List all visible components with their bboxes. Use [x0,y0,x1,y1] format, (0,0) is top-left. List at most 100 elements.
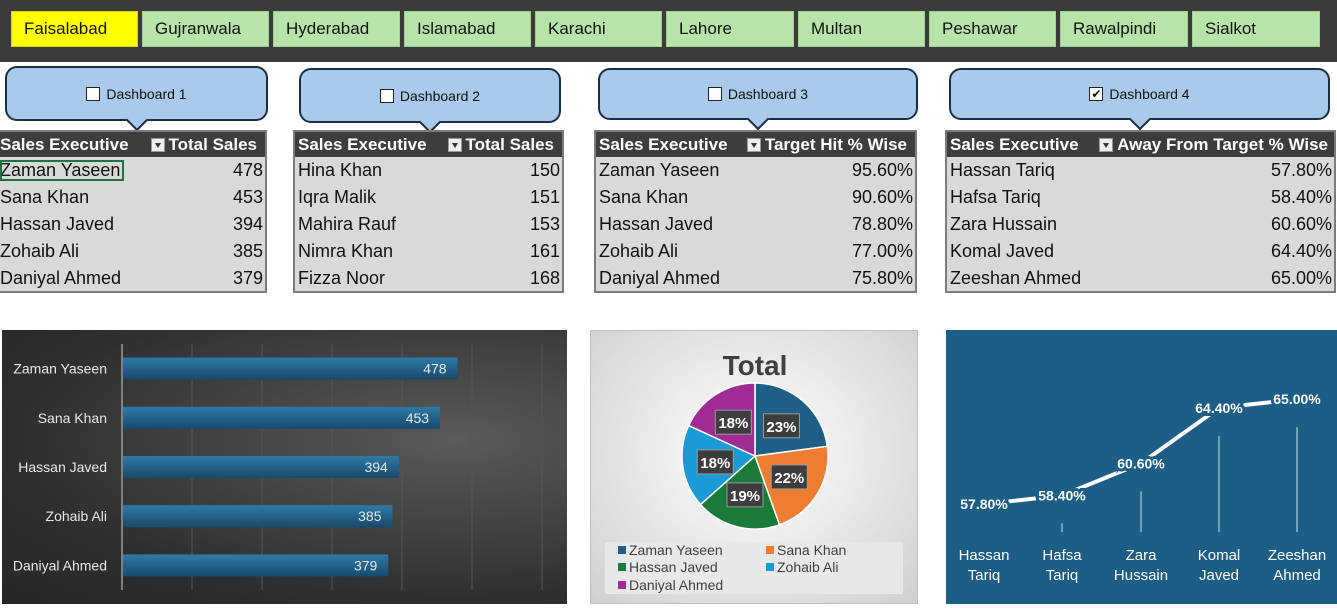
cell-value[interactable]: 151 [530,187,560,208]
table-row[interactable]: Hassan Javed 394 [0,211,265,238]
data-label: 22% [774,470,804,487]
slicer-item-islamabad[interactable]: Islamabad [404,11,531,47]
table-row[interactable]: Sana Khan 453 [0,184,265,211]
cell-name[interactable]: Zaman Yaseen [596,160,719,181]
slicer-item-rawalpindi[interactable]: Rawalpindi [1060,11,1188,47]
slicer-item-gujranwala[interactable]: Gujranwala [142,11,269,47]
cell-value[interactable]: 161 [530,241,560,262]
slicer-item-peshawar[interactable]: Peshawar [929,11,1056,47]
cell-value[interactable]: 385 [233,241,263,262]
legend-swatch [618,581,626,589]
cell-value[interactable]: 78.80% [852,214,913,235]
cell-value[interactable]: 379 [233,268,263,289]
cell-value[interactable]: 453 [233,187,263,208]
column-header-value: Total Sales [465,134,555,154]
cell-name[interactable]: Zeeshan Ahmed [947,268,1081,289]
bar-chart-total-sales[interactable]: Zaman Yaseen 478 Sana Khan 453 Hassan Javed 3… [2,330,567,604]
table-row[interactable]: Zaman Yaseen 478 [0,157,265,184]
cell-name[interactable]: Hassan Javed [596,214,713,235]
filter-icon[interactable] [150,137,165,152]
table-header: Sales Executive Target Hit % Wise [596,132,915,157]
slicer-item-multan[interactable]: Multan [798,11,925,47]
cell-name[interactable]: Mahira Rauf [295,214,396,235]
table-row[interactable]: Zohaib Ali 77.00% [596,238,915,265]
cell-value[interactable]: 168 [530,268,560,289]
filter-icon[interactable] [1099,137,1114,152]
pivot-table-3: Sales Executive Target Hit % Wise Zaman … [594,130,917,293]
cell-value[interactable]: 60.60% [1271,214,1332,235]
pie-chart-total[interactable]: Total 23% 22% 19% 18% 18% Zaman Yaseen Sana Kha… [590,330,918,604]
cell-name[interactable]: Sana Khan [596,187,688,208]
table-row[interactable]: Hina Khan 150 [295,157,562,184]
slicer-item-faisalabad[interactable]: Faisalabad [11,11,138,47]
cell-value[interactable]: 64.40% [1271,241,1332,262]
cell-name[interactable]: Hassan Tariq [947,160,1055,181]
table-row[interactable]: Sana Khan 90.60% [596,184,915,211]
table-row[interactable]: Komal Javed 64.40% [947,238,1334,265]
cell-name[interactable]: Zohaib Ali [596,241,678,262]
cell-name[interactable]: Fizza Noor [295,268,385,289]
bar [123,357,458,380]
cell-value[interactable]: 394 [233,214,263,235]
slicer-item-hyderabad[interactable]: Hyderabad [273,11,400,47]
table-row[interactable]: Hassan Javed 78.80% [596,211,915,238]
table-row[interactable]: Zohaib Ali 385 [0,238,265,265]
table-row[interactable]: Fizza Noor 168 [295,265,562,292]
cell-name[interactable]: Zara Hussain [947,214,1057,235]
table-row[interactable]: Hafsa Tariq 58.40% [947,184,1334,211]
cell-name[interactable]: Zohaib Ali [0,241,79,262]
slicer-item-lahore[interactable]: Lahore [666,11,794,47]
cell-name[interactable]: Komal Javed [947,241,1054,262]
dashboard-1-label: Dashboard 1 [106,85,187,102]
column-header-value: Away From Target % Wise [1117,134,1328,154]
slicer-item-sialkot[interactable]: Sialkot [1192,11,1320,47]
table-row[interactable]: Daniyal Ahmed 379 [0,265,265,292]
table-row[interactable]: Iqra Malik 151 [295,184,562,211]
cell-name[interactable]: Iqra Malik [295,187,376,208]
cell-value[interactable]: 90.60% [852,187,913,208]
cell-name[interactable]: Nimra Khan [295,241,393,262]
cell-value[interactable]: 58.40% [1271,187,1332,208]
legend-swatch [766,563,774,571]
cell-value[interactable]: 153 [530,214,560,235]
cell-name[interactable]: Daniyal Ahmed [0,268,121,289]
dashboard-1-callout[interactable]: Dashboard 1 [5,66,268,132]
table-header: Sales Executive Total Sales [0,132,265,157]
dashboard-3-callout[interactable]: Dashboard 3 [598,68,918,131]
cell-name[interactable]: Zaman Yaseen [0,160,125,181]
line-chart-away-from-target[interactable]: 57.80% Hassan Tariq 58.40% Hafsa Tariq 60.60% Z… [946,330,1337,604]
table-row[interactable]: Hassan Tariq 57.80% [947,157,1334,184]
data-label: 385 [358,508,382,524]
slicer-item-karachi[interactable]: Karachi [535,11,662,47]
cell-value[interactable]: 77.00% [852,241,913,262]
dashboard-2-callout[interactable]: Dashboard 2 [299,68,561,134]
series-line [983,397,1298,507]
cell-value[interactable]: 65.00% [1271,268,1332,289]
data-label: 60.60% [1117,455,1165,471]
cell-name[interactable]: Daniyal Ahmed [596,268,720,289]
cell-value[interactable]: 95.60% [852,160,913,181]
filter-icon[interactable] [746,137,761,152]
cell-name[interactable]: Hafsa Tariq [947,187,1041,208]
table-row[interactable]: Zaman Yaseen 95.60% [596,157,915,184]
filter-icon[interactable] [447,137,462,152]
table-row[interactable]: Mahira Rauf 153 [295,211,562,238]
cell-value[interactable]: 150 [530,160,560,181]
dashboard-4-callout[interactable]: ✔ Dashboard 4 [949,68,1330,131]
dashboard-4-checkbox[interactable]: ✔ [1089,87,1104,101]
cell-name[interactable]: Sana Khan [0,187,89,208]
cell-value[interactable]: 75.80% [852,268,913,289]
cell-value[interactable]: 57.80% [1271,160,1332,181]
table-row[interactable]: Zeeshan Ahmed 65.00% [947,265,1334,292]
table-row[interactable]: Daniyal Ahmed 75.80% [596,265,915,292]
table-row[interactable]: Zara Hussain 60.60% [947,211,1334,238]
cell-value[interactable]: 478 [233,160,263,181]
table-row[interactable]: Nimra Khan 161 [295,238,562,265]
dashboard-3-checkbox[interactable] [707,87,722,101]
dashboard-2-checkbox[interactable] [379,88,394,103]
cell-name[interactable]: Hina Khan [295,160,382,181]
pie-chart-svg: Total23%22%19%18%18%Zaman Yaseen Sana Kha… [605,350,903,594]
dashboard-1-checkbox[interactable] [86,86,101,101]
legend-entry: Sana Khan [777,542,846,558]
cell-name[interactable]: Hassan Javed [0,214,114,235]
